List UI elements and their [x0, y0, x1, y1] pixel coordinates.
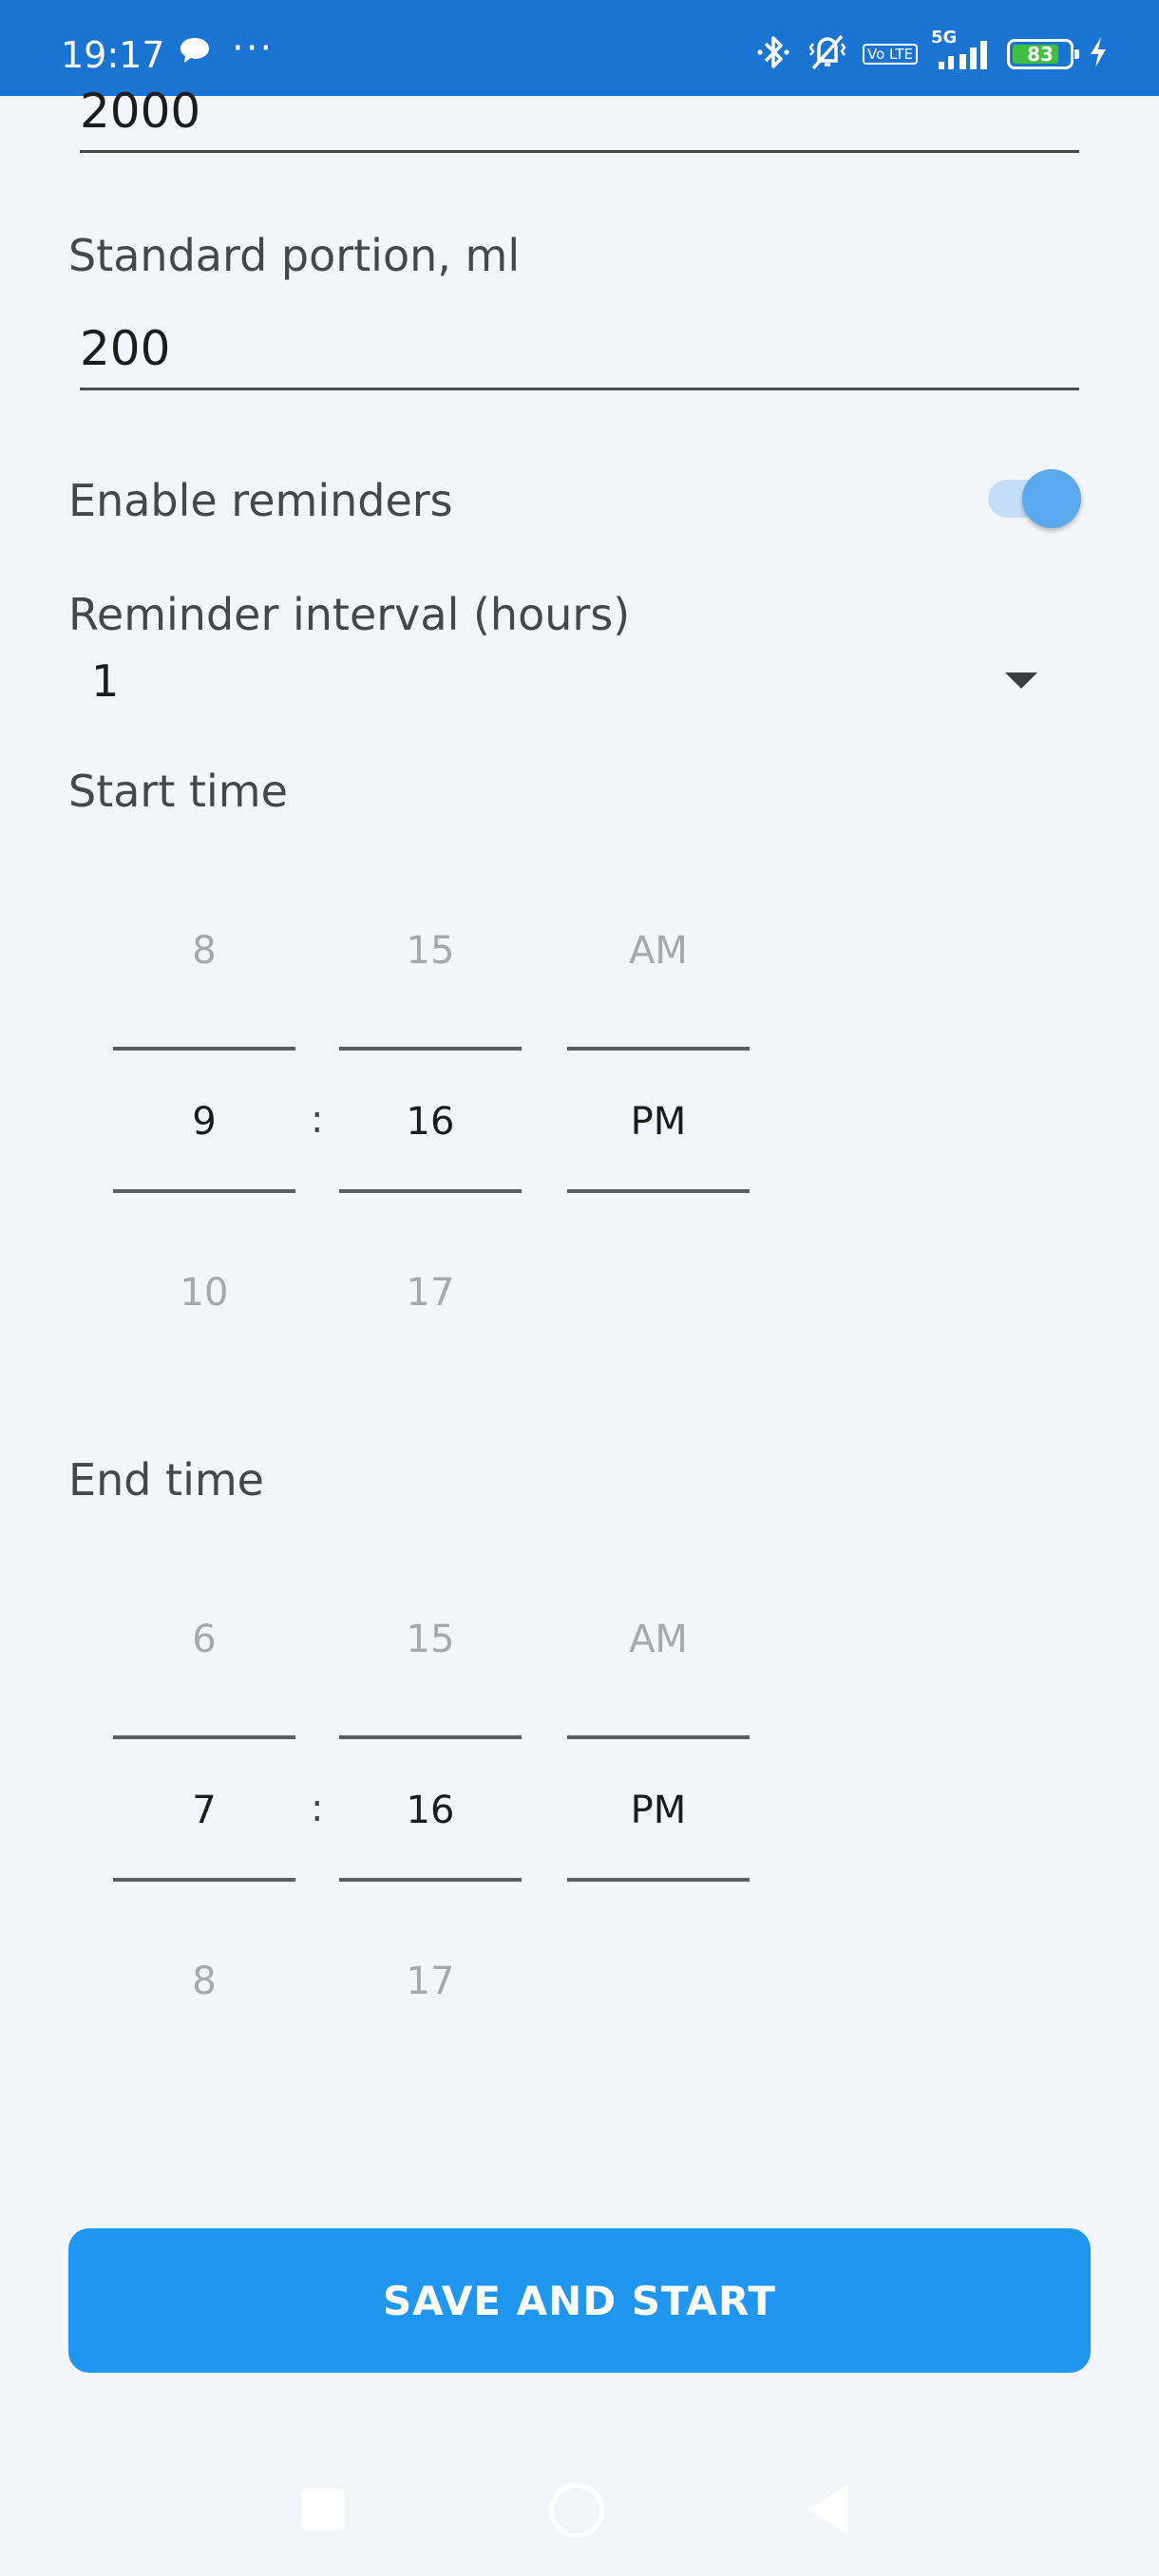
end-time-separator: :: [311, 1787, 324, 1830]
volte-icon: Vo LTE: [863, 44, 918, 65]
end-hour-line-bottom: [113, 1878, 295, 1882]
daily-goal-input[interactable]: 2000: [80, 84, 200, 139]
start-time-picker[interactable]: 8 9 10 : 15 16 17 AM PM: [0, 883, 779, 1396]
toggle-thumb[interactable]: [1022, 469, 1081, 528]
vibrate-mute-icon: [806, 32, 849, 76]
chat-bubble-icon: [179, 36, 211, 70]
end-time-picker[interactable]: 6 7 8 : 15 16 17 AM PM: [0, 1572, 779, 2085]
end-ampm-line-top: [567, 1735, 750, 1739]
start-hour-line-top: [113, 1047, 295, 1051]
start-hour-next[interactable]: 10: [113, 1271, 295, 1315]
start-minute-line-bottom: [339, 1189, 522, 1193]
signal-icon: 5G: [931, 28, 994, 71]
recent-apps-icon[interactable]: [302, 2489, 344, 2530]
end-minute-line-bottom: [339, 1878, 522, 1882]
portion-input[interactable]: 200: [80, 321, 170, 376]
interval-label: Reminder interval (hours): [68, 589, 631, 640]
start-hour-line-bottom: [113, 1189, 295, 1193]
status-time: 19:17: [61, 34, 165, 76]
end-hour-line-top: [113, 1735, 295, 1739]
network-type-label: 5G: [931, 28, 958, 47]
start-time-separator: :: [311, 1098, 324, 1142]
status-bar: 19:17 ··· Vo LTE 5G 83: [0, 0, 1159, 96]
start-hour-current[interactable]: 9: [113, 1100, 295, 1144]
end-hour-next[interactable]: 8: [113, 1960, 295, 2003]
bluetooth-icon: [754, 32, 792, 76]
start-ampm-line-bottom: [567, 1189, 750, 1193]
end-ampm-prev[interactable]: AM: [567, 1618, 750, 1661]
start-minute-prev[interactable]: 15: [339, 929, 522, 973]
end-ampm-line-bottom: [567, 1878, 750, 1882]
end-minute-current[interactable]: 16: [339, 1789, 522, 1832]
start-minute-current[interactable]: 16: [339, 1100, 522, 1144]
end-ampm-current[interactable]: PM: [567, 1789, 750, 1832]
end-hour-prev[interactable]: 6: [113, 1618, 295, 1661]
more-notifications-icon: ···: [232, 27, 275, 70]
daily-goal-underline: [80, 150, 1079, 153]
end-time-label: End time: [68, 1454, 264, 1506]
end-minute-prev[interactable]: 15: [339, 1618, 522, 1661]
start-time-label: Start time: [68, 766, 288, 817]
reminders-label: Enable reminders: [68, 475, 453, 526]
back-icon[interactable]: [808, 2485, 847, 2534]
start-ampm-line-top: [567, 1047, 750, 1051]
end-minute-next[interactable]: 17: [339, 1960, 522, 2003]
start-ampm-prev[interactable]: AM: [567, 929, 750, 973]
battery-icon: 83: [1007, 39, 1079, 69]
start-minute-line-top: [339, 1047, 522, 1051]
dropdown-arrow-icon[interactable]: [1005, 672, 1037, 689]
end-hour-current[interactable]: 7: [113, 1789, 295, 1832]
charging-icon: [1087, 35, 1110, 73]
portion-underline: [80, 388, 1079, 390]
interval-dropdown-value[interactable]: 1: [91, 655, 119, 707]
end-minute-line-top: [339, 1735, 522, 1739]
home-icon[interactable]: [549, 2483, 604, 2538]
start-ampm-current[interactable]: PM: [567, 1100, 750, 1144]
portion-label: Standard portion, ml: [68, 230, 521, 281]
start-minute-next[interactable]: 17: [339, 1271, 522, 1315]
save-and-start-button[interactable]: SAVE AND START: [68, 2228, 1091, 2373]
start-hour-prev[interactable]: 8: [113, 929, 295, 973]
battery-level: 83: [1027, 43, 1054, 66]
